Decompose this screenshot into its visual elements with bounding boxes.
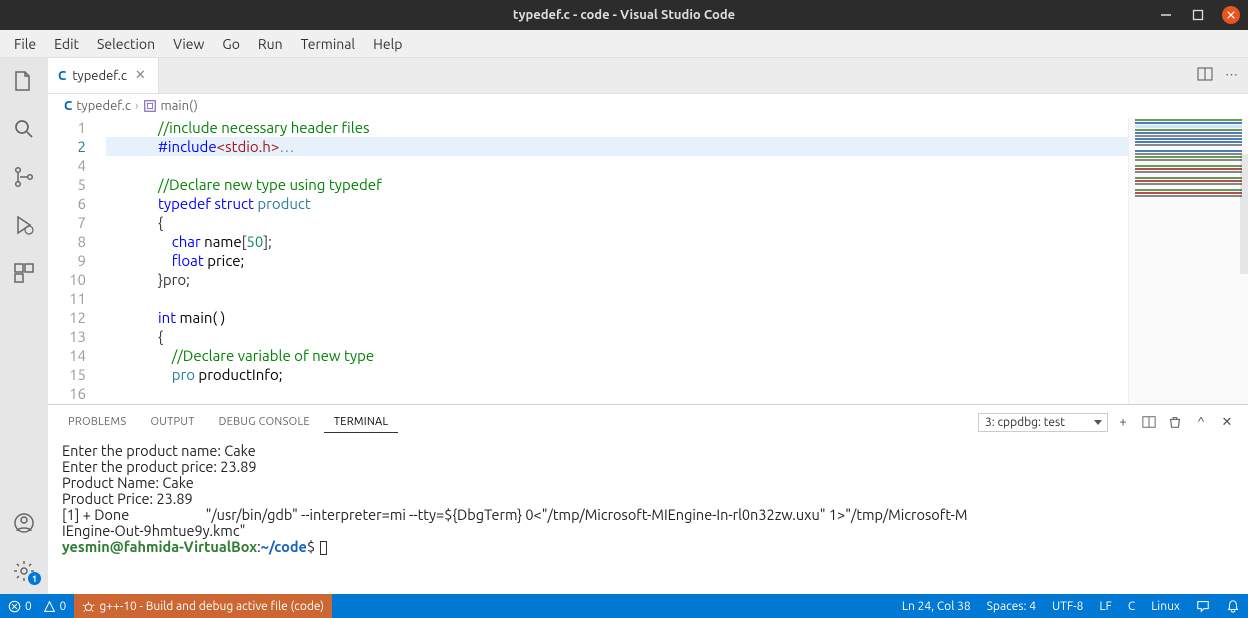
terminal-line: Product Name: Cake <box>62 475 1234 491</box>
terminal-prompt: yesmin@fahmida-VirtualBox:~/code$ <box>62 539 1234 555</box>
c-file-icon: C <box>64 99 72 113</box>
status-spaces[interactable]: Spaces: 4 <box>979 594 1044 618</box>
split-terminal-icon[interactable] <box>1138 411 1160 433</box>
code-editor[interactable]: 1 2 4 5 6 7 8 9 10 11 12 13 14 15 16 17 <box>48 118 1128 404</box>
breadcrumb-symbol: main() <box>161 99 198 113</box>
status-bar: 0 0 g++-10 - Build and debug active file… <box>0 594 1248 618</box>
settings-gear-icon[interactable]: 1 <box>0 554 48 588</box>
terminal-line: Product Price: 23.89 <box>62 491 1234 507</box>
new-terminal-icon[interactable]: + <box>1112 411 1134 433</box>
status-os[interactable]: Linux <box>1143 594 1188 618</box>
status-bell-icon[interactable] <box>1218 594 1248 618</box>
menu-view[interactable]: View <box>165 34 212 54</box>
c-file-icon: C <box>58 69 66 83</box>
minimize-button[interactable] <box>1158 7 1174 23</box>
activity-bar: 1 <box>0 58 48 594</box>
status-debug-task[interactable]: g++-10 - Build and debug active file (co… <box>74 594 332 618</box>
terminal-cursor <box>320 541 327 555</box>
window-title: typedef.c - code - Visual Studio Code <box>513 8 735 22</box>
tab-problems[interactable]: PROBLEMS <box>58 412 136 432</box>
close-button[interactable] <box>1222 6 1240 24</box>
terminal-selector[interactable]: 3: cppdbg: test <box>978 413 1108 432</box>
title-bar: typedef.c - code - Visual Studio Code <box>0 0 1248 30</box>
code-content: //include necessary header files #includ… <box>106 118 1128 404</box>
window-buttons <box>1158 6 1240 24</box>
tab-bar: C typedef.c ✕ ⋯ <box>48 58 1248 94</box>
terminal-line: Enter the product name: Cake <box>62 443 1234 459</box>
search-icon[interactable] <box>0 112 48 146</box>
run-debug-icon[interactable] <box>0 208 48 242</box>
tab-debug-console[interactable]: DEBUG CONSOLE <box>209 412 320 432</box>
status-encoding[interactable]: UTF-8 <box>1044 594 1091 618</box>
terminal-line: [1] + Done "/usr/bin/gdb" --interpreter=… <box>62 507 1234 523</box>
maximize-button[interactable] <box>1190 7 1206 23</box>
tab-label: typedef.c <box>72 69 127 83</box>
extensions-icon[interactable] <box>0 256 48 290</box>
terminal-line: IEngine-Out-9hmtue9y.kmc" <box>62 523 1234 539</box>
terminal[interactable]: Enter the product name: CakeEnter the pr… <box>48 439 1248 594</box>
bottom-panel: PROBLEMS OUTPUT DEBUG CONSOLE TERMINAL 3… <box>48 404 1248 594</box>
menu-run[interactable]: Run <box>250 34 291 54</box>
close-tab-icon[interactable]: ✕ <box>133 66 148 85</box>
tab-output[interactable]: OUTPUT <box>140 412 204 432</box>
status-errors[interactable]: 0 0 <box>0 594 74 618</box>
explorer-icon[interactable] <box>0 64 48 98</box>
tab-typedef-c[interactable]: C typedef.c ✕ <box>48 58 159 93</box>
tab-terminal[interactable]: TERMINAL <box>324 412 399 433</box>
menu-help[interactable]: Help <box>365 34 410 54</box>
menu-bar: File Edit Selection View Go Run Terminal… <box>0 30 1248 58</box>
status-feedback-icon[interactable] <box>1188 594 1218 618</box>
vertical-scrollbar[interactable] <box>1240 154 1248 274</box>
source-control-icon[interactable] <box>0 160 48 194</box>
status-language[interactable]: C <box>1120 594 1143 618</box>
menu-selection[interactable]: Selection <box>89 34 163 54</box>
breadcrumb-file: typedef.c <box>76 99 131 113</box>
status-lncol[interactable]: Ln 24, Col 38 <box>894 594 979 618</box>
status-eol[interactable]: LF <box>1091 594 1119 618</box>
split-editor-icon[interactable] <box>1197 66 1213 85</box>
menu-terminal[interactable]: Terminal <box>293 34 364 54</box>
close-panel-icon[interactable]: ✕ <box>1216 411 1238 433</box>
breadcrumb[interactable]: C typedef.c › main() <box>48 94 1248 118</box>
more-actions-icon[interactable]: ⋯ <box>1225 68 1238 83</box>
accounts-icon[interactable] <box>0 506 48 540</box>
menu-edit[interactable]: Edit <box>46 34 87 54</box>
menu-file[interactable]: File <box>6 34 44 54</box>
terminal-line: Enter the product price: 23.89 <box>62 459 1234 475</box>
settings-badge: 1 <box>28 572 41 585</box>
maximize-panel-icon[interactable]: ^ <box>1190 411 1212 433</box>
line-gutter: 1 2 4 5 6 7 8 9 10 11 12 13 14 15 16 17 <box>48 118 106 404</box>
chevron-right-icon: › <box>135 99 139 113</box>
minimap[interactable] <box>1128 118 1248 404</box>
menu-go[interactable]: Go <box>214 34 247 54</box>
kill-terminal-icon[interactable] <box>1164 411 1186 433</box>
